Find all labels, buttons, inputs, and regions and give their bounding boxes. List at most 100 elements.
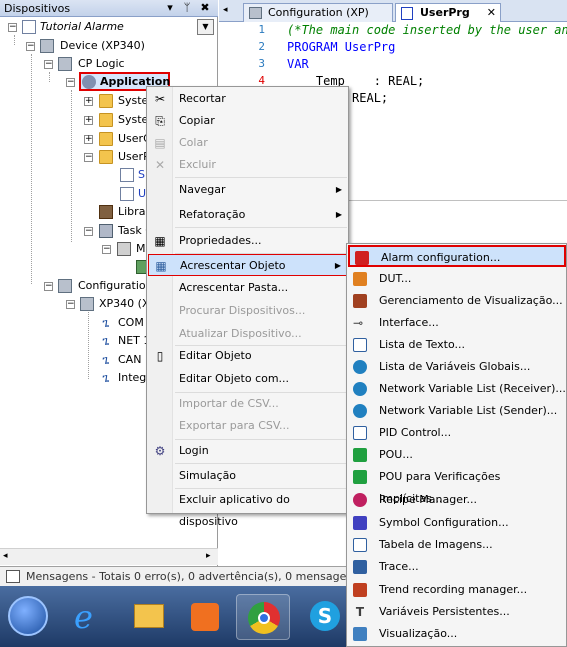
submenu-item-label: Lista de Variáveis Globais... — [379, 360, 531, 373]
horizontal-scrollbar[interactable]: ◂ ▸ — [0, 548, 218, 565]
menu-item-login[interactable]: ⚙ Login — [148, 440, 348, 462]
chrome-button[interactable] — [236, 594, 290, 640]
tree-item-project[interactable]: − Tutorial Alarme — [0, 18, 218, 36]
scroll-left-icon[interactable]: ◂ — [3, 551, 8, 561]
line-number: 3 — [258, 57, 265, 70]
collapse-icon[interactable]: − — [84, 227, 93, 236]
globe-icon — [353, 360, 367, 374]
menu-item-editar-objeto[interactable]: ▯ Editar Objeto — [148, 345, 348, 367]
expand-icon[interactable]: + — [84, 116, 93, 125]
menu-item-recortar[interactable]: ✂ Recortar — [148, 88, 348, 110]
menu-item-editar-objeto-com[interactable]: Editar Objeto com... — [148, 368, 348, 390]
tree-item-label: CP Logic — [78, 57, 125, 70]
menu-item-label: Editar Objeto — [179, 349, 252, 362]
folder-icon — [134, 604, 164, 628]
collapse-icon[interactable]: − — [26, 42, 35, 51]
code-line[interactable]: (*The main code inserted by the user and — [287, 23, 567, 37]
menu-item-simulacao[interactable]: Simulação — [148, 465, 348, 487]
submenu-item-pou-verificacoes[interactable]: POU para Verificações Implícitas... — [348, 466, 566, 505]
submenu-item-nvl-sender[interactable]: Network Variable List (Sender)... — [348, 400, 566, 422]
submenu-item-label: Interface... — [379, 316, 439, 329]
code-line[interactable]: PROGRAM UserPrg — [287, 40, 395, 54]
submenu-item-trace[interactable]: Trace... — [348, 556, 566, 578]
internet-explorer-button[interactable]: e — [62, 594, 116, 640]
menu-item-excluir-aplicativo[interactable]: Excluir aplicativo do dispositivo — [148, 489, 348, 528]
skype-button[interactable]: S — [298, 594, 352, 640]
expand-icon[interactable]: + — [84, 97, 93, 106]
submenu-item-pid-control[interactable]: PID Control... — [348, 422, 566, 444]
tree-item-label: U — [138, 187, 147, 200]
menu-item-label: Exportar para CSV... — [179, 419, 290, 432]
tree-item-plc-logic[interactable]: − CP Logic — [0, 55, 218, 73]
folder-icon — [99, 150, 113, 164]
submenu-item-gerenciamento-visualizacao[interactable]: Gerenciamento de Visualização... — [348, 290, 566, 312]
menu-item-acrescentar-objeto[interactable]: ▦ Acrescentar Objeto ▶ — [148, 254, 348, 276]
submenu-item-tabela-imagens[interactable]: Tabela de Imagens... — [348, 534, 566, 556]
submenu-item-symbol-configuration[interactable]: Symbol Configuration... — [348, 512, 566, 534]
submenu-item-label: Symbol Configuration... — [379, 516, 509, 529]
submenu-item-label: POU... — [379, 448, 413, 461]
collapse-icon[interactable]: − — [84, 153, 93, 162]
submenu-item-variaveis-persistentes[interactable]: T Variáveis Persistentes... — [348, 601, 566, 623]
submenu-item-dut[interactable]: DUT... — [348, 268, 566, 290]
tree-item-device[interactable]: − Device (XP340) — [0, 37, 218, 55]
submenu-item-lista-variaveis-globais[interactable]: Lista de Variáveis Globais... — [348, 356, 566, 378]
collapse-icon[interactable]: − — [102, 245, 111, 254]
submenu-item-alarm-configuration[interactable]: Alarm configuration... — [348, 245, 566, 267]
scroll-right-icon[interactable]: ▸ — [206, 551, 211, 561]
tree-item-label: Device (XP340) — [60, 39, 145, 52]
tab-userprg[interactable]: UserPrg ✕ — [395, 3, 501, 23]
add-object-submenu: Alarm configuration... DUT... Gerenciame… — [346, 243, 567, 647]
menu-item-label: Login — [179, 444, 209, 457]
menu-item-propriedades[interactable]: ▦ Propriedades... — [148, 230, 348, 252]
start-button[interactable] — [8, 596, 48, 636]
submenu-item-interface[interactable]: ⊸ Interface... — [348, 312, 566, 334]
tree-item-label: COM — [118, 316, 144, 329]
tab-scroll-left-icon[interactable]: ◂ — [223, 5, 228, 15]
explorer-button[interactable] — [122, 594, 176, 640]
collapse-icon[interactable]: − — [66, 78, 75, 87]
submenu-item-recipe-manager[interactable]: Recipe Manager... — [348, 489, 566, 511]
context-menu: ✂ Recortar ⎘ Copiar ▤ Colar ✕ Excluir Na… — [146, 86, 349, 528]
menu-item-copiar[interactable]: ⎘ Copiar — [148, 110, 348, 132]
login-icon: ⚙ — [154, 444, 166, 458]
submenu-item-trend-recording[interactable]: Trend recording manager... — [348, 579, 566, 601]
globe-icon — [353, 404, 367, 418]
code-line[interactable]: VAR — [287, 57, 309, 71]
globe-icon — [353, 382, 367, 396]
text-list-icon — [353, 338, 367, 352]
menu-item-label: Atualizar Dispositivo... — [179, 327, 302, 340]
menu-item-refatoracao[interactable]: Refatoração ▶ — [148, 204, 348, 226]
port-icon: ጌ — [102, 334, 110, 348]
menu-item-acrescentar-pasta[interactable]: Acrescentar Pasta... — [148, 277, 348, 299]
menu-separator — [175, 463, 347, 464]
devices-panel-header: Dispositivos ▾ ᛘ ✖ — [0, 0, 218, 17]
menu-item-navegar[interactable]: Navegar ▶ — [148, 179, 348, 201]
line-number: 1 — [258, 23, 265, 36]
pin-icon[interactable]: ᛘ — [180, 1, 194, 15]
menu-item-label: Acrescentar Pasta... — [179, 281, 289, 294]
menu-item-label: Simulação — [179, 469, 237, 482]
submenu-item-pou[interactable]: POU... — [348, 444, 566, 466]
submenu-item-lista-texto[interactable]: Lista de Texto... — [348, 334, 566, 356]
collapse-icon[interactable]: − — [44, 282, 53, 291]
port-icon: ጌ — [102, 316, 110, 330]
close-tab-icon[interactable]: ✕ — [487, 4, 496, 22]
tree-item-label: Integ — [118, 371, 147, 384]
submenu-item-visualizacao[interactable]: Visualização... — [348, 623, 566, 645]
collapse-icon[interactable]: − — [66, 300, 75, 309]
menu-item-label: Excluir — [179, 158, 216, 171]
submenu-item-nvl-receiver[interactable]: Network Variable List (Receiver)... — [348, 378, 566, 400]
collapse-icon[interactable]: − — [8, 23, 17, 32]
submenu-item-label: Visualização... — [379, 627, 458, 640]
menu-item-label: Navegar — [179, 183, 226, 196]
close-panel-icon[interactable]: ✖ — [198, 1, 212, 15]
collapse-icon[interactable]: − — [44, 60, 53, 69]
tree-line — [71, 90, 72, 242]
panel-menu-icon[interactable]: ▾ — [163, 1, 177, 15]
menu-separator — [175, 177, 347, 178]
expand-icon[interactable]: + — [84, 135, 93, 144]
tab-configuration[interactable]: Configuration (XP) — [243, 3, 393, 22]
trend-icon — [353, 583, 367, 597]
media-player-button[interactable] — [178, 594, 232, 640]
